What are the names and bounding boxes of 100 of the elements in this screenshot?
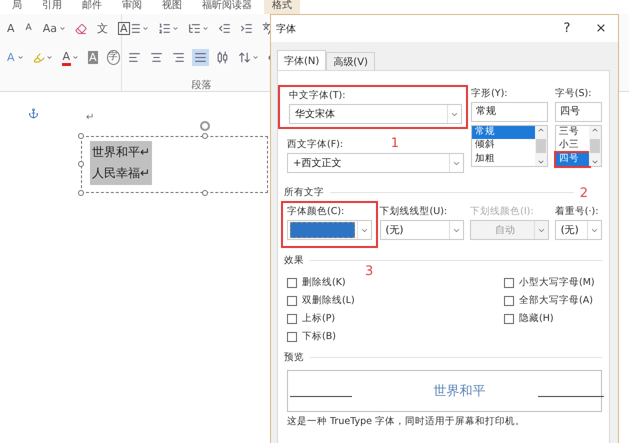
caret-icon bbox=[72, 54, 80, 61]
font-info-text: 这是一种 TrueType 字体，同时适用于屏幕和打印机。 bbox=[287, 416, 526, 428]
group-label: 段落 bbox=[190, 78, 212, 92]
highlighter-icon bbox=[32, 52, 45, 64]
annotation-number: 3 bbox=[365, 265, 374, 274]
underline-style-dropdown[interactable]: (无) bbox=[380, 220, 464, 240]
selected-text: 世界和平↵ bbox=[92, 144, 150, 161]
checkbox[interactable] bbox=[504, 278, 514, 288]
increase-indent-icon bbox=[240, 22, 253, 35]
caret-icon bbox=[58, 25, 66, 32]
character-border-button[interactable]: A bbox=[116, 20, 132, 37]
field-label: 字形(Y): bbox=[471, 87, 508, 100]
scroll-down-icon bbox=[591, 158, 599, 166]
close-button[interactable]: × bbox=[584, 15, 618, 42]
field-label: 着重号(·): bbox=[554, 205, 600, 218]
preview-text: 世界和平 bbox=[434, 383, 486, 400]
list-option[interactable]: 小三 bbox=[556, 139, 589, 153]
scroll-up-icon bbox=[536, 126, 545, 134]
align-center-icon bbox=[150, 51, 163, 64]
dialog-tab[interactable]: 字体(N) bbox=[277, 50, 326, 71]
font-color-dropdown[interactable] bbox=[287, 220, 372, 240]
change-case-button[interactable]: Aa bbox=[40, 20, 68, 37]
checkbox-label: 全部大写字母(A) bbox=[519, 294, 593, 307]
resize-handle[interactable] bbox=[78, 161, 84, 167]
selected-text: 人民幸福↵ bbox=[92, 165, 150, 182]
resize-handle[interactable] bbox=[202, 133, 208, 139]
caret-icon bbox=[202, 25, 209, 32]
list-option[interactable]: 倾斜 bbox=[472, 139, 535, 153]
multilevel-list-icon bbox=[188, 22, 201, 35]
resize-handle[interactable] bbox=[78, 190, 84, 196]
annotation-number: 2 bbox=[580, 187, 588, 201]
justify-button[interactable] bbox=[192, 49, 209, 66]
align-left-icon bbox=[128, 51, 141, 64]
ribbon-tab[interactable]: 视图 bbox=[154, 0, 190, 14]
ribbon-tab[interactable]: 福昕阅读器 bbox=[194, 0, 260, 14]
dialog-title: 字体 bbox=[276, 22, 297, 36]
font-color-button[interactable]: A bbox=[60, 49, 82, 66]
character-shading-button[interactable]: A bbox=[86, 49, 100, 66]
caret-icon bbox=[16, 54, 24, 61]
field-label: 西文字体(F): bbox=[287, 138, 344, 151]
shrink-font-button[interactable]: A bbox=[22, 20, 35, 37]
phonetic-guide-button[interactable]: 文 bbox=[94, 20, 111, 37]
chinese-font-dropdown[interactable]: 华文宋体 bbox=[289, 104, 462, 124]
field-label: 中文字体(T): bbox=[289, 89, 346, 102]
resize-handle[interactable] bbox=[202, 190, 208, 196]
checkbox-label: 上标(P) bbox=[302, 312, 336, 325]
field-label: 字号(S): bbox=[554, 87, 592, 100]
dialog-tab[interactable]: 高级(V) bbox=[326, 52, 375, 71]
checkbox-label: 双删除线(L) bbox=[302, 294, 355, 307]
list-option[interactable]: 四号 bbox=[556, 152, 589, 166]
emphasis-dropdown[interactable]: (无) bbox=[554, 220, 602, 240]
help-button[interactable]: ? bbox=[550, 15, 584, 42]
anchor-icon bbox=[28, 108, 39, 119]
options-list[interactable]: 三号 小三 四号 bbox=[554, 125, 602, 167]
list-option[interactable]: 加粗 bbox=[472, 152, 535, 166]
checkbox[interactable] bbox=[504, 314, 514, 324]
ribbon-tab[interactable]: 引用 bbox=[34, 0, 70, 14]
list-option[interactable]: 三号 bbox=[556, 126, 589, 140]
options-list[interactable]: 常规 倾斜 加粗 bbox=[471, 125, 548, 167]
section-heading: 效果 bbox=[284, 254, 304, 267]
ribbon-tab[interactable]: 局 bbox=[4, 0, 30, 14]
resize-handle[interactable] bbox=[78, 133, 84, 139]
decrease-indent-icon bbox=[218, 22, 231, 35]
section-heading: 所有文字 bbox=[284, 186, 324, 198]
western-font-dropdown[interactable]: +西文正文 bbox=[287, 153, 464, 173]
align-right-icon bbox=[172, 51, 185, 64]
checkbox[interactable] bbox=[287, 314, 297, 324]
numbered-list-icon bbox=[158, 22, 171, 35]
caret-icon bbox=[142, 25, 149, 32]
checkbox-label: 下标(B) bbox=[302, 330, 336, 343]
bullets-icon bbox=[128, 22, 141, 35]
checkbox[interactable] bbox=[504, 296, 514, 306]
field-label: 下划线颜色(I): bbox=[470, 205, 535, 218]
checkbox-label: 删除线(K) bbox=[302, 276, 346, 289]
scroll-thumb[interactable] bbox=[536, 139, 546, 153]
grow-font-button[interactable]: A bbox=[4, 20, 18, 37]
enclose-character-button[interactable]: 字 bbox=[104, 49, 122, 66]
checkbox-label: 隐藏(H) bbox=[519, 312, 554, 325]
checkbox[interactable] bbox=[287, 278, 297, 288]
distribute-icon bbox=[216, 51, 229, 64]
caret-icon bbox=[46, 54, 53, 61]
checkbox[interactable] bbox=[287, 332, 297, 342]
size-field[interactable]: 四号 bbox=[554, 102, 602, 122]
ribbon-tab[interactable]: 格式 bbox=[264, 0, 300, 14]
rotate-handle[interactable] bbox=[200, 121, 210, 131]
caret-icon bbox=[252, 54, 259, 61]
line-spacing-icon bbox=[238, 51, 251, 64]
checkbox[interactable] bbox=[287, 296, 297, 306]
scroll-down-icon bbox=[536, 158, 545, 166]
scroll-thumb[interactable] bbox=[590, 139, 600, 153]
annotation-number: 1 bbox=[390, 137, 400, 151]
checkbox-label: 小型大写字母(M) bbox=[519, 276, 595, 289]
scroll-up-icon bbox=[591, 126, 599, 134]
paragraph-mark: ↵ bbox=[86, 112, 94, 123]
eraser-icon bbox=[74, 22, 87, 34]
section-heading: 预览 bbox=[284, 351, 304, 364]
list-option[interactable]: 常规 bbox=[472, 126, 535, 140]
ribbon-tab[interactable]: 邮件 bbox=[74, 0, 110, 14]
field-label: 字体颜色(C): bbox=[287, 205, 346, 218]
style-field[interactable]: 常规 bbox=[471, 102, 548, 122]
